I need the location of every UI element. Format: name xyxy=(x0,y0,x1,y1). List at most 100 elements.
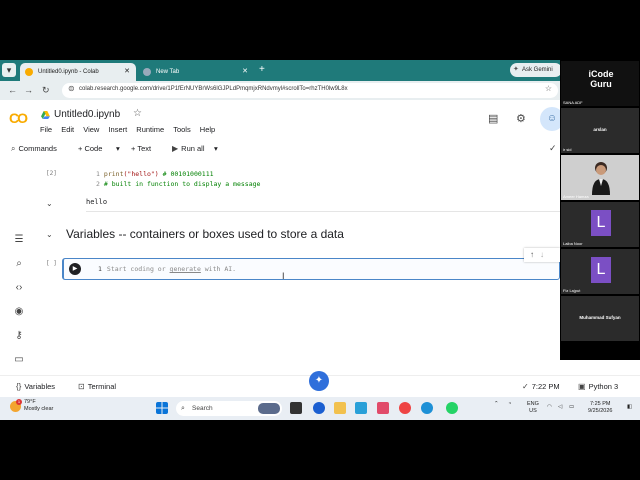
menu-edit[interactable]: Edit xyxy=(61,125,74,134)
gemini-icon: ✦ xyxy=(513,66,519,73)
connected-check-icon[interactable]: ✓ xyxy=(549,143,557,154)
check-icon: ✓ xyxy=(522,382,529,391)
tray-overflow-icon[interactable]: ⌃ xyxy=(494,401,499,408)
edge-icon[interactable] xyxy=(421,402,433,414)
participant-tile[interactable]: L Fiz Lajput xyxy=(561,249,639,294)
menu-view[interactable]: View xyxy=(83,125,99,134)
taskbar-search[interactable]: ⌕ Search xyxy=(176,401,282,416)
back-icon[interactable]: ← xyxy=(8,84,17,96)
menu-file[interactable]: File xyxy=(40,125,52,134)
participant-name: Ameer Hamza xyxy=(563,194,589,199)
output-divider xyxy=(86,211,560,212)
gemini-assistant-icon[interactable]: ✦ xyxy=(309,371,329,391)
run-all-dropdown-chevron-icon[interactable]: ▾ xyxy=(214,143,218,155)
cell2-placeholder[interactable]: 1 Start coding or generate with AI. xyxy=(98,265,236,273)
participant-tile[interactable]: Ameer Hamza xyxy=(561,155,639,200)
notifications-icon[interactable]: ◧ xyxy=(627,404,632,411)
ask-gemini-button[interactable]: ✦ Ask Gemini xyxy=(510,63,562,77)
add-text-label: + Text xyxy=(131,144,152,153)
comments-icon[interactable]: ▤ xyxy=(488,112,498,125)
cell1-code-line-2[interactable]: 2 # built in function to display a messag… xyxy=(96,180,260,188)
notebook-area: [2] 1 print("hello") # 00101000111 2 # bui… xyxy=(38,160,560,375)
tab-colab-label: Untitled0.ipynb - Colab xyxy=(38,69,99,75)
collapse-output-chevron-icon[interactable]: ⌄ xyxy=(46,199,53,208)
colab-logo-icon[interactable]: CO xyxy=(9,110,33,126)
star-notebook-icon[interactable]: ☆ xyxy=(133,108,142,119)
zoom-icon[interactable] xyxy=(313,402,325,414)
site-info-icon[interactable]: ⊜ xyxy=(68,84,75,93)
reload-icon[interactable]: ↻ xyxy=(42,84,50,96)
tray-app-icon[interactable]: ◔ xyxy=(508,401,511,408)
close-tab-icon[interactable]: ✕ xyxy=(242,63,248,81)
cell1-code-line-1[interactable]: 1 print("hello") # 00101000111 xyxy=(96,170,214,178)
tab-search-icon[interactable]: ▾ xyxy=(2,63,16,77)
run-cell-play-icon[interactable]: ▶ xyxy=(69,263,81,275)
move-cell-down-icon[interactable]: ↓ xyxy=(540,250,544,259)
commands-button[interactable]: ⌕ Commands xyxy=(11,143,57,155)
left-rail: ☰ ⌕ ‹› ◉ ⚷ ▭ xyxy=(0,160,38,375)
search-icon: ⌕ xyxy=(181,405,185,412)
new-tab-button[interactable]: + xyxy=(259,63,265,77)
volume-icon[interactable]: ◁ xyxy=(558,404,562,411)
find-replace-icon[interactable]: ⌕ xyxy=(13,258,25,270)
cell1-output: hello xyxy=(86,198,108,206)
task-view-icon[interactable] xyxy=(290,402,302,414)
section-collapse-chevron-icon[interactable]: ⌄ xyxy=(46,230,53,239)
add-code-button[interactable]: + Code xyxy=(78,143,102,155)
file-explorer-icon[interactable] xyxy=(334,402,346,414)
brand-line-2: Guru xyxy=(590,79,612,89)
language-region: US xyxy=(529,408,537,414)
new-tab-favicon-icon xyxy=(143,68,151,76)
participant-name: SANA ADF xyxy=(563,100,583,105)
system-clock[interactable]: 7:25 PM 9/25/2026 xyxy=(588,401,612,415)
execution-time[interactable]: ✓ 7:22 PM xyxy=(522,381,560,393)
menu-tools[interactable]: Tools xyxy=(173,125,191,134)
terminal-button[interactable]: ⊡ Terminal xyxy=(78,381,116,393)
participant-tile[interactable]: iCode Guru SANA ADF xyxy=(561,61,639,106)
code-snippets-icon[interactable]: ‹› xyxy=(13,282,25,294)
table-of-contents-icon[interactable]: ☰ xyxy=(13,234,25,246)
variables-button[interactable]: {} Variables xyxy=(16,381,55,393)
participant-tile[interactable]: Muhammad Sufyan xyxy=(561,296,639,341)
add-text-button[interactable]: + Text xyxy=(131,143,151,155)
weather-temp: 79°F xyxy=(24,399,36,405)
move-cell-up-icon[interactable]: ↑ xyxy=(530,250,534,259)
slack-icon[interactable] xyxy=(377,402,389,414)
language-indicator[interactable]: ENG US xyxy=(527,401,539,415)
runtime-indicator[interactable]: ▣ Python 3 xyxy=(578,381,618,393)
notebook-title[interactable]: Untitled0.ipynb xyxy=(54,109,120,120)
line-number: 1 xyxy=(98,265,102,273)
clock-date: 9/25/2026 xyxy=(588,408,613,414)
settings-gear-icon[interactable]: ⚙ xyxy=(516,112,526,125)
secrets-key-icon[interactable]: ⚷ xyxy=(13,330,25,342)
menu-insert[interactable]: Insert xyxy=(108,125,127,134)
forward-icon[interactable]: → xyxy=(24,84,33,96)
files-folder-icon[interactable]: ▭ xyxy=(13,354,25,366)
menu-runtime[interactable]: Runtime xyxy=(136,125,164,134)
colab-favicon-icon xyxy=(25,68,33,76)
close-tab-icon[interactable]: ✕ xyxy=(124,63,130,81)
bookmark-star-icon[interactable]: ☆ xyxy=(545,84,552,93)
runtime-label: Python 3 xyxy=(588,382,619,391)
participant-subname: ir sid xyxy=(563,147,572,152)
variables-inspector-icon[interactable]: ◉ xyxy=(13,306,25,318)
windows-start-icon[interactable] xyxy=(156,402,168,414)
store-icon[interactable] xyxy=(355,402,367,414)
participant-tile[interactable]: L Laiba Noor xyxy=(561,202,639,247)
active-code-cell[interactable]: ▶ 1 Start coding or generate with AI. xyxy=(62,258,560,280)
battery-icon[interactable]: ▭ xyxy=(569,404,574,411)
participant-tile[interactable]: arslan ir sid xyxy=(561,108,639,153)
whatsapp-icon[interactable] xyxy=(446,402,458,414)
code-dropdown-chevron-icon[interactable]: ▾ xyxy=(116,143,120,155)
code-comment: # 00101000111 xyxy=(162,170,214,178)
tab-new-tab[interactable]: New Tab ✕ xyxy=(138,63,254,81)
generate-link[interactable]: generate xyxy=(170,265,201,273)
weather-desc: Mostly clear xyxy=(24,406,54,412)
chrome-icon[interactable] xyxy=(399,402,411,414)
menu-help[interactable]: Help xyxy=(200,125,215,134)
tab-colab[interactable]: Untitled0.ipynb - Colab ✕ xyxy=(20,63,136,81)
wifi-icon[interactable]: ◠ xyxy=(547,404,552,411)
run-all-button[interactable]: ▶ Run all xyxy=(172,143,205,155)
url-field[interactable]: ⊜ colab.research.google.com/drive/1P1fEr… xyxy=(62,83,558,98)
weather-widget[interactable]: 1 79°F Mostly clear xyxy=(10,399,53,413)
